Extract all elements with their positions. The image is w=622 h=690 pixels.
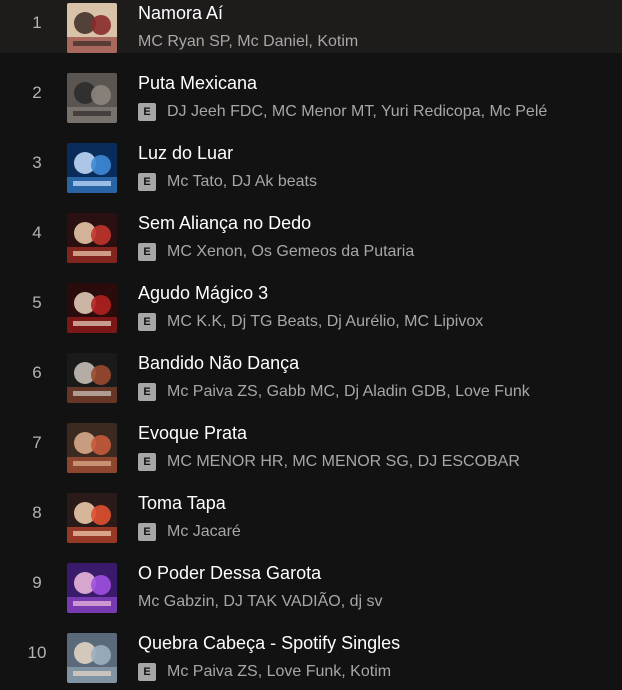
explicit-badge: E <box>138 453 156 471</box>
track-artists[interactable]: MC K.K, Dj TG Beats, Dj Aurélio, MC Lipi… <box>167 313 483 331</box>
cover-agudo-magico-icon <box>67 283 117 333</box>
track-row[interactable]: 6 Bandido Não Dança E Mc Paiva ZS, Gabb MC,… <box>0 333 622 403</box>
track-number: 7 <box>32 433 42 452</box>
track-artists-line: MC Ryan SP, Mc Daniel, Kotim <box>138 33 358 51</box>
explicit-badge: E <box>138 523 156 541</box>
track-artists-line: Mc Gabzin, DJ TAK VADIÃO, dj sv <box>138 593 383 611</box>
track-artists[interactable]: Mc Tato, DJ Ak beats <box>167 173 317 191</box>
album-cover[interactable] <box>67 493 117 543</box>
explicit-badge: E <box>138 313 156 331</box>
track-artists-line: E Mc Paiva ZS, Gabb MC, Dj Aladin GDB, Lo… <box>138 383 530 401</box>
track-row[interactable]: 9 O Poder Dessa Garota Mc Gabzin, DJ TAK V… <box>0 543 622 613</box>
cover-evoque-prata-icon <box>67 423 117 473</box>
track-title[interactable]: Puta Mexicana <box>138 73 257 94</box>
cover-quebra-cabeca-icon <box>67 633 117 683</box>
track-title[interactable]: Luz do Luar <box>138 143 233 164</box>
explicit-badge: E <box>138 173 156 191</box>
track-number: 3 <box>32 153 42 172</box>
track-row[interactable]: 2 Puta Mexicana E DJ Jeeh FDC, MC Menor MT,… <box>0 53 622 123</box>
track-title[interactable]: Sem Aliança no Dedo <box>138 213 311 234</box>
explicit-badge: E <box>138 383 156 401</box>
cover-sem-alianca-icon <box>67 213 117 263</box>
track-title[interactable]: Quebra Cabeça - Spotify Singles <box>138 633 400 654</box>
track-artists-line: E MC K.K, Dj TG Beats, Dj Aurélio, MC Lip… <box>138 313 483 331</box>
album-cover[interactable] <box>67 213 117 263</box>
track-title[interactable]: Agudo Mágico 3 <box>138 283 268 304</box>
track-artists-line: E DJ Jeeh FDC, MC Menor MT, Yuri Redicopa… <box>138 103 547 121</box>
cover-toma-tapa-icon <box>67 493 117 543</box>
track-artists[interactable]: Mc Gabzin, DJ TAK VADIÃO, dj sv <box>138 593 383 611</box>
album-cover[interactable] <box>67 3 117 53</box>
track-number: 6 <box>32 363 42 382</box>
explicit-badge: E <box>138 663 156 681</box>
tracklist-view: # tracklistincuolento 1Namora AíMC Ryan … <box>0 0 622 690</box>
track-title[interactable]: Namora Aí <box>138 3 223 24</box>
track-artists[interactable]: Mc Paiva ZS, Love Funk, Kotim <box>167 663 391 681</box>
track-row[interactable]: 8 Toma Tapa E Mc Jacaré <box>0 473 622 543</box>
track-artists[interactable]: Mc Jacaré <box>167 523 241 541</box>
album-cover[interactable] <box>67 353 117 403</box>
track-title[interactable]: Evoque Prata <box>138 423 247 444</box>
track-artists-line: E MC Xenon, Os Gemeos da Putaria <box>138 243 414 261</box>
album-cover[interactable] <box>67 283 117 333</box>
track-number: 2 <box>32 83 42 102</box>
track-artists-line: E Mc Jacaré <box>138 523 241 541</box>
album-cover[interactable] <box>67 143 117 193</box>
track-artists[interactable]: DJ Jeeh FDC, MC Menor MT, Yuri Redicopa,… <box>167 103 547 121</box>
album-cover[interactable] <box>67 633 117 683</box>
track-title[interactable]: Bandido Não Dança <box>138 353 299 374</box>
track-number: 9 <box>32 573 42 592</box>
cover-luz-do-luar-icon <box>67 143 117 193</box>
album-cover[interactable] <box>67 563 117 613</box>
track-artists[interactable]: Mc Paiva ZS, Gabb MC, Dj Aladin GDB, Lov… <box>167 383 530 401</box>
track-artists-line: E Mc Tato, DJ Ak beats <box>138 173 317 191</box>
track-number: 10 <box>27 643 47 662</box>
cover-bandido-nao-danca-icon <box>67 353 117 403</box>
album-cover[interactable] <box>67 73 117 123</box>
track-artists[interactable]: MC MENOR HR, MC MENOR SG, DJ ESCOBAR <box>167 453 520 471</box>
track-row[interactable]: 3 Luz do Luar E Mc Tato, DJ Ak beats <box>0 123 622 193</box>
track-number: 4 <box>32 223 42 242</box>
track-title[interactable]: O Poder Dessa Garota <box>138 563 321 584</box>
track-number: 8 <box>32 503 42 522</box>
cover-o-poder-icon <box>67 563 117 613</box>
track-artists[interactable]: MC Ryan SP, Mc Daniel, Kotim <box>138 33 358 51</box>
track-row[interactable]: 7 Evoque Prata E MC MENOR HR, MC MENOR SG, … <box>0 403 622 473</box>
track-row[interactable]: 10 Quebra Cabeça - Spotify Singles E Mc Pai… <box>0 613 622 683</box>
track-row[interactable]: 5 Agudo Mágico 3 E MC K.K, Dj TG Beats, Dj … <box>0 263 622 333</box>
track-title[interactable]: Toma Tapa <box>138 493 226 514</box>
cover-namora-ai-icon <box>67 3 117 53</box>
track-row[interactable]: 1 Namora Aí MC Ryan SP, Mc Daniel, Kotim <box>0 0 622 53</box>
track-artists-line: E MC MENOR HR, MC MENOR SG, DJ ESCOBAR <box>138 453 520 471</box>
track-number: 5 <box>32 293 42 312</box>
explicit-badge: E <box>138 243 156 261</box>
track-row[interactable]: 4 Sem Aliança no Dedo E MC Xenon, Os Gemeos… <box>0 193 622 263</box>
track-artists-line: E Mc Paiva ZS, Love Funk, Kotim <box>138 663 391 681</box>
explicit-badge: E <box>138 103 156 121</box>
track-number: 1 <box>32 13 42 32</box>
track-artists[interactable]: MC Xenon, Os Gemeos da Putaria <box>167 243 414 261</box>
album-cover[interactable] <box>67 423 117 473</box>
cover-puta-mexicana-icon <box>67 73 117 123</box>
